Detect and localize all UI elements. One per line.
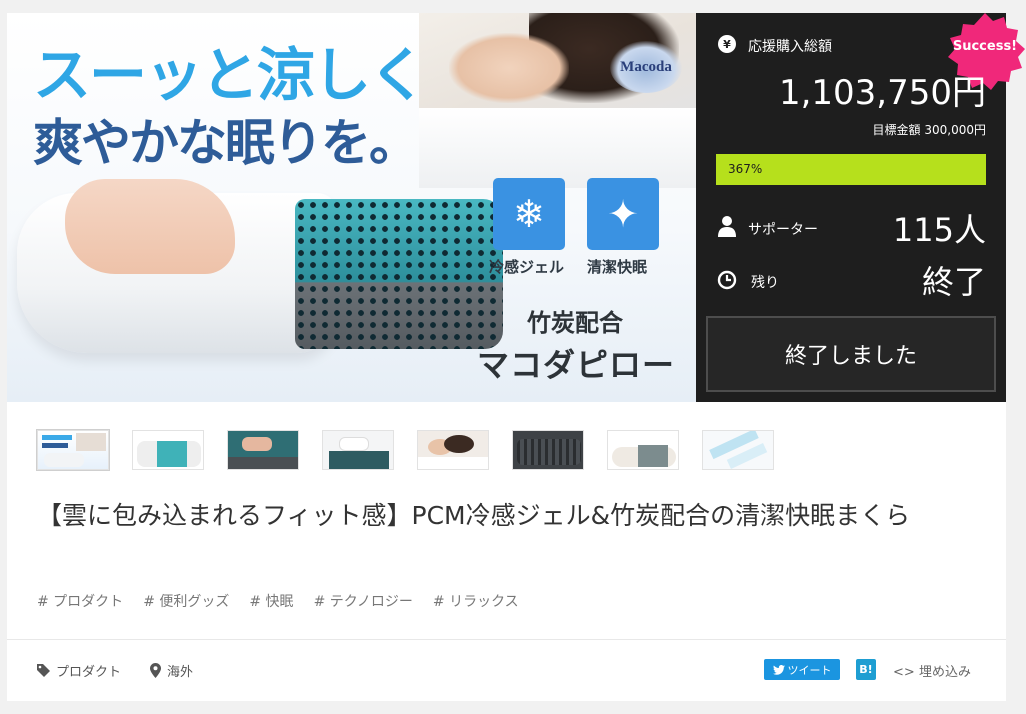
thumbnail-strip <box>36 429 797 471</box>
supporters-label: サポーター <box>748 222 818 238</box>
pillow-gel-mesh <box>295 199 503 349</box>
thumb-gel-pillow[interactable] <box>132 430 204 470</box>
tag-product[interactable]: # プロダクト <box>37 591 123 611</box>
tag-list: # プロダクト # 便利グッズ # 快眠 # テクノロジー # リラックス <box>37 591 539 611</box>
embed-link[interactable]: <> 埋め込み <box>893 661 971 680</box>
hero-headline: スーッと涼しく 爽やかな眠りを。 <box>33 41 433 173</box>
macoda-logo: Macoda <box>610 41 682 93</box>
tweet-button[interactable]: ツイート <box>764 659 840 680</box>
tweet-label: ツイート <box>787 663 832 677</box>
location-link[interactable]: 海外 <box>150 661 193 680</box>
photo-face <box>449 33 569 103</box>
feature-label-cooling: 冷感ジェル <box>489 258 565 276</box>
thumb-hand-press[interactable] <box>227 430 299 470</box>
headline-line1: スーッと涼しく <box>33 41 427 109</box>
clock-icon <box>717 270 737 290</box>
tag-relax[interactable]: # リラックス <box>433 591 519 611</box>
thumb-detail[interactable] <box>702 430 774 470</box>
project-card: Macoda スーッと涼しく 爽やかな眠りを。 ❄ ✦ 冷感ジェル 清潔快眠 竹… <box>7 13 1025 701</box>
code-brackets-icon: <> <box>893 665 915 680</box>
remaining-label: 残り <box>751 275 779 291</box>
hero-image[interactable]: Macoda スーッと涼しく 爽やかな眠りを。 ❄ ✦ 冷感ジェル 清潔快眠 竹… <box>7 13 696 402</box>
supporters-count: 115人 <box>892 211 986 249</box>
total-amount: 1,103,750円 <box>778 73 986 113</box>
tag-sleep[interactable]: # 快眠 <box>249 591 293 611</box>
progress-percent: 367% <box>728 162 763 176</box>
photo-pillow <box>419 108 696 188</box>
thumb-headline[interactable] <box>36 429 110 471</box>
tag-convenient-goods[interactable]: # 便利グッズ <box>143 591 229 611</box>
map-pin-icon <box>150 663 161 678</box>
tag-technology[interactable]: # テクノロジー <box>314 591 413 611</box>
goal-amount: 目標金額 300,000円 <box>872 123 986 137</box>
sparkle-icon: ✦ <box>587 178 659 250</box>
person-icon <box>718 216 736 237</box>
yen-icon: ¥ <box>718 35 736 53</box>
hand-pressing-pillow <box>65 179 235 274</box>
funding-panel: Success! ¥ 応援購入総額 1,103,750円 目標金額 300,00… <box>696 13 1025 402</box>
hatena-bookmark-button[interactable]: B! <box>856 659 876 680</box>
ended-button[interactable]: 終了しました <box>706 316 996 392</box>
headline-line2: 爽やかな眠りを。 <box>33 113 419 172</box>
remaining-value: 終了 <box>921 263 986 301</box>
category-label: プロダクト <box>56 665 122 680</box>
project-title: 【雲に包み込まれるフィット感】PCM冷感ジェル&竹炭配合の清潔快眠まくら <box>37 501 911 530</box>
tag-icon <box>37 664 50 677</box>
hero-tagline-charcoal: 竹炭配合 <box>527 309 623 337</box>
footer-divider <box>7 639 1006 640</box>
total-label: 応援購入総額 <box>748 39 832 55</box>
thumb-sleeping[interactable] <box>417 430 489 470</box>
embed-label: 埋め込み <box>918 665 971 680</box>
progress-bar: 367% <box>716 154 986 185</box>
thumb-pillow-angle[interactable] <box>607 430 679 470</box>
location-label: 海外 <box>167 665 194 680</box>
sleeping-woman-photo <box>419 13 696 188</box>
feature-label-clean: 清潔快眠 <box>587 258 648 276</box>
snowflake-icon: ❄ <box>493 178 565 250</box>
badge-label: Success! <box>952 39 1018 54</box>
thumb-pillow-side[interactable] <box>322 430 394 470</box>
category-link[interactable]: プロダクト <box>37 661 121 680</box>
thumb-charcoal[interactable] <box>512 430 584 470</box>
twitter-bird-icon <box>772 664 785 675</box>
hero-tagline-product: マコダピロー <box>477 346 676 384</box>
